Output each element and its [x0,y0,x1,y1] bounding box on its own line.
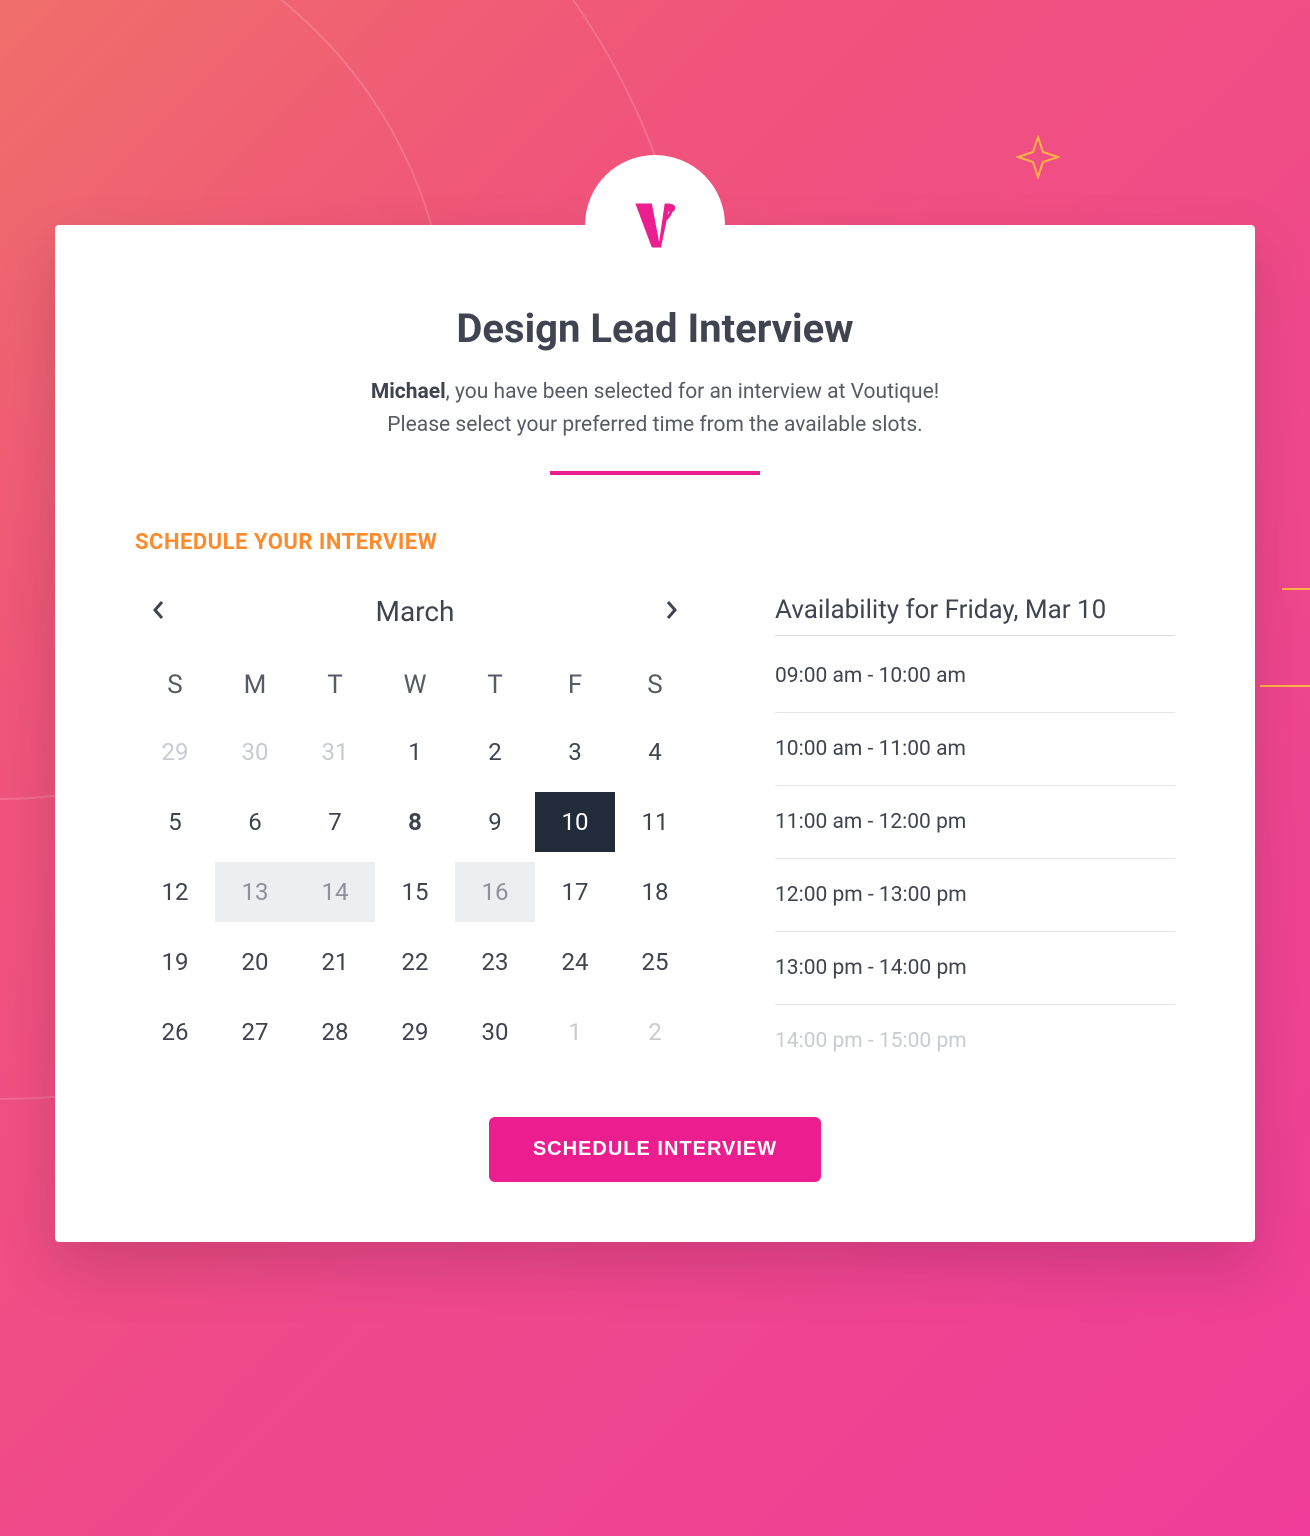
calendar-day[interactable]: 7 [295,792,375,852]
page-title: Design Lead Interview [135,305,1175,352]
calendar-day[interactable]: 6 [215,792,295,852]
calendar-dow: T [295,658,375,712]
calendar-day: 16 [455,862,535,922]
calendar-dow: T [455,658,535,712]
calendar-day[interactable]: 31 [295,722,375,782]
calendar-day[interactable]: 17 [535,862,615,922]
calendar-dow: S [135,658,215,712]
calendar-day: 13 [215,862,295,922]
calendar-day[interactable]: 10 [535,792,615,852]
chevron-right-icon [665,600,679,620]
calendar: March SMTWTFS293031123456789101112131415… [135,595,695,1062]
scheduler-card: Design Lead Interview Michael, you have … [55,225,1255,1242]
slot-list: 09:00 am - 10:00 am10:00 am - 11:00 am11… [775,640,1175,1060]
chevron-left-icon [151,600,165,620]
time-slot[interactable]: 12:00 pm - 13:00 pm [775,859,1175,932]
calendar-day[interactable]: 29 [375,1002,455,1062]
calendar-day[interactable]: 30 [455,1002,535,1062]
calendar-day[interactable]: 1 [375,722,455,782]
calendar-day[interactable]: 23 [455,932,535,992]
calendar-day[interactable]: 2 [615,1002,695,1062]
time-slot[interactable]: 13:00 pm - 14:00 pm [775,932,1175,1005]
calendar-day[interactable]: 15 [375,862,455,922]
calendar-day[interactable]: 3 [535,722,615,782]
calendar-day[interactable]: 28 [295,1002,375,1062]
intro-line1: , you have been selected for an intervie… [446,380,939,404]
calendar-day: 14 [295,862,375,922]
bg-decor-line [1260,685,1310,687]
calendar-month-label: March [376,595,455,628]
bg-decor-line [1282,588,1310,590]
calendar-grid: SMTWTFS293031123456789101112131415161718… [135,658,695,1062]
calendar-day[interactable]: 29 [135,722,215,782]
calendar-day[interactable]: 2 [455,722,535,782]
calendar-dow: S [615,658,695,712]
calendar-day[interactable]: 26 [135,1002,215,1062]
calendar-day[interactable]: 1 [535,1002,615,1062]
logo-badge [585,155,725,295]
availability-panel: Availability for Friday, Mar 10 09:00 am… [775,595,1175,1062]
calendar-day[interactable]: 12 [135,862,215,922]
calendar-day[interactable]: 4 [615,722,695,782]
sparkle-icon [1016,135,1060,179]
calendar-day[interactable]: 19 [135,932,215,992]
divider [550,471,760,475]
calendar-day[interactable]: 8 [375,792,455,852]
schedule-interview-button[interactable]: SCHEDULE INTERVIEW [489,1117,821,1182]
calendar-day[interactable]: 20 [215,932,295,992]
calendar-dow: M [215,658,295,712]
time-slot[interactable]: 10:00 am - 11:00 am [775,713,1175,786]
calendar-day[interactable]: 11 [615,792,695,852]
availability-title: Availability for Friday, Mar 10 [775,595,1175,636]
calendar-header: March [135,595,695,628]
intro-text: Michael, you have been selected for an i… [135,376,1175,441]
calendar-dow: F [535,658,615,712]
calendar-day[interactable]: 30 [215,722,295,782]
voutique-logo-icon [628,198,683,253]
time-slot[interactable]: 14:00 pm - 15:00 pm [775,1005,1175,1060]
calendar-day[interactable]: 24 [535,932,615,992]
calendar-prev-button[interactable] [141,597,175,627]
candidate-name: Michael [371,380,446,404]
intro-line2: Please select your preferred time from t… [387,413,922,437]
calendar-day[interactable]: 27 [215,1002,295,1062]
calendar-next-button[interactable] [655,597,689,627]
calendar-day[interactable]: 9 [455,792,535,852]
calendar-day[interactable]: 21 [295,932,375,992]
calendar-dow: W [375,658,455,712]
time-slot[interactable]: 11:00 am - 12:00 pm [775,786,1175,859]
scheduler: March SMTWTFS293031123456789101112131415… [135,595,1175,1062]
calendar-day[interactable]: 5 [135,792,215,852]
calendar-day[interactable]: 22 [375,932,455,992]
cta-row: SCHEDULE INTERVIEW [135,1117,1175,1182]
section-label: SCHEDULE YOUR INTERVIEW [135,530,1175,555]
calendar-day[interactable]: 25 [615,932,695,992]
time-slot[interactable]: 09:00 am - 10:00 am [775,640,1175,713]
calendar-day[interactable]: 18 [615,862,695,922]
